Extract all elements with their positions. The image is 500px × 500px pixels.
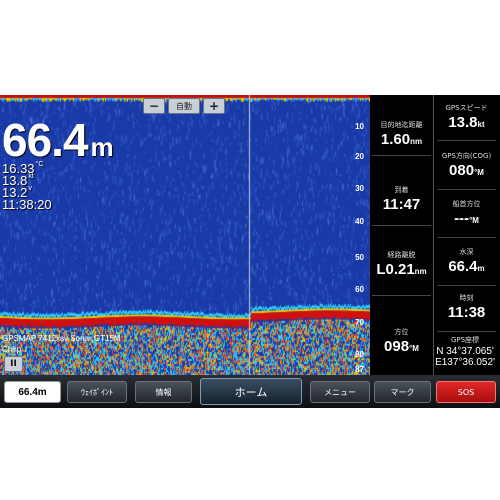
data-field-heading[interactable]: 船首方位 ---°M [435,199,498,227]
field-label: 方位 [394,328,409,336]
field-value: 13.8 [448,114,478,131]
field-unit: nm [410,137,423,146]
pause-button[interactable]: II [4,356,23,372]
data-field-bearing[interactable]: 方位 098°M [370,327,433,355]
field-label: GPS方向(COG) [441,152,492,160]
sonar-source-caption: GPSMAP 7412xsv Sonar:GT15M [2,334,121,343]
divider [437,237,496,238]
depth-scale-tick: 80 [355,350,364,359]
depth-readout: 66.4 m [2,113,114,167]
data-fields-panel: 目的地迄距離 1.60nm 到着 11:47 経路離脱 L0.21nm 方位 0… [370,95,500,375]
depth-scale-tick: 40 [355,217,364,226]
divider [372,295,431,296]
bottom-softkey-bar: 66.4m ｳｪｲﾎﾟｲﾝﾄ 情報 ホーム メニュー マーク SOS [0,375,500,408]
time-readout: 11:38:20 [2,197,52,212]
mark-softkey[interactable]: マーク [374,381,431,403]
field-unit: °M [474,168,484,177]
divider [372,225,431,226]
divider [437,285,496,286]
divider [437,140,496,141]
field-unit: °M [469,216,479,225]
field-value: 66.4 [448,258,478,275]
data-field-arrival[interactable]: 到着 11:47 [370,185,433,213]
data-field-time[interactable]: 時刻 11:38 [435,293,498,321]
depth-unit: m [90,132,114,162]
depth-value: 66.4 [2,114,89,166]
temperature-unit: °C [35,161,44,168]
info-softkey[interactable]: 情報 [135,381,192,403]
data-field-cog[interactable]: GPS方向(COG) 080°M [435,151,498,179]
depth-scale-tick: 60 [355,285,364,294]
depth-softkey[interactable]: 66.4m [4,381,61,403]
data-column-left: 目的地迄距離 1.60nm 到着 11:47 経路離脱 L0.21nm 方位 0… [370,95,434,375]
speed-unit: kt [28,173,34,180]
field-unit: nm [414,267,427,276]
depth-scale-tick: 70 [355,318,364,327]
depth-scale-tick: 50 [355,253,364,262]
field-unit: kt [477,120,485,129]
depth-scale-tick: 30 [355,184,364,193]
data-column-right: GPSスピード 13.8kt GPS方向(COG) 080°M 船首方位 ---… [435,95,498,375]
field-value: 1.60 [380,131,411,148]
field-value: --- [454,210,470,227]
menu-softkey[interactable]: メニュー [310,381,370,403]
latitude-value: N 34°37.065' [436,346,494,357]
depth-scale-tick: 10 [355,122,364,131]
field-label: 到着 [394,186,409,194]
zoom-mode-label[interactable]: 自動 [168,98,200,114]
home-button[interactable]: ホーム [200,378,302,405]
data-field-gps-position[interactable]: GPS座標 N 34°37.065' E137°36.052' [429,335,500,368]
divider [437,189,496,190]
field-unit: °M [409,344,419,353]
zoom-controls: − 自動 + [143,98,225,114]
longitude-value: E137°36.052' [435,357,495,368]
zoom-out-button[interactable]: − [143,98,165,114]
field-value: L0.21 [376,261,415,278]
field-label: 船首方位 [452,200,481,208]
field-label: 経路離脱 [387,251,416,259]
chartplotter-screen: − 自動 + 66.4 m 16.33°C 13.8kt 13.2v 11:38:… [0,95,500,408]
depth-scale-tick: 87 [355,365,364,374]
field-label: 水深 [459,248,474,256]
field-label: GPSスピード [445,104,488,112]
pause-icon: II [10,359,17,369]
field-value: 11:47 [382,196,421,213]
field-label: GPS座標 [450,336,480,344]
depth-scale-tick: 20 [355,152,364,161]
field-unit: m [477,264,485,273]
divider [437,331,496,332]
sos-button[interactable]: SOS [436,381,496,403]
divider [372,155,431,156]
field-value: 098 [384,338,410,355]
data-field-water-depth[interactable]: 水深 66.4m [435,247,498,275]
data-field-distance-to-destination[interactable]: 目的地迄距離 1.60nm [370,120,433,148]
frequency-label: Chirp [2,345,22,354]
sonar-view[interactable]: − 自動 + 66.4 m 16.33°C 13.8kt 13.2v 11:38:… [0,95,370,375]
data-field-gps-speed[interactable]: GPSスピード 13.8kt [435,103,498,131]
waypoint-softkey[interactable]: ｳｪｲﾎﾟｲﾝﾄ [67,381,127,403]
field-label: 目的地迄距離 [380,121,423,129]
zoom-in-button[interactable]: + [203,98,225,114]
data-field-off-course[interactable]: 経路離脱 L0.21nm [370,250,433,278]
field-value: 080 [449,162,475,179]
field-label: 時刻 [459,294,474,302]
field-value: 11:38 [447,304,486,321]
voltage-unit: v [28,185,32,192]
